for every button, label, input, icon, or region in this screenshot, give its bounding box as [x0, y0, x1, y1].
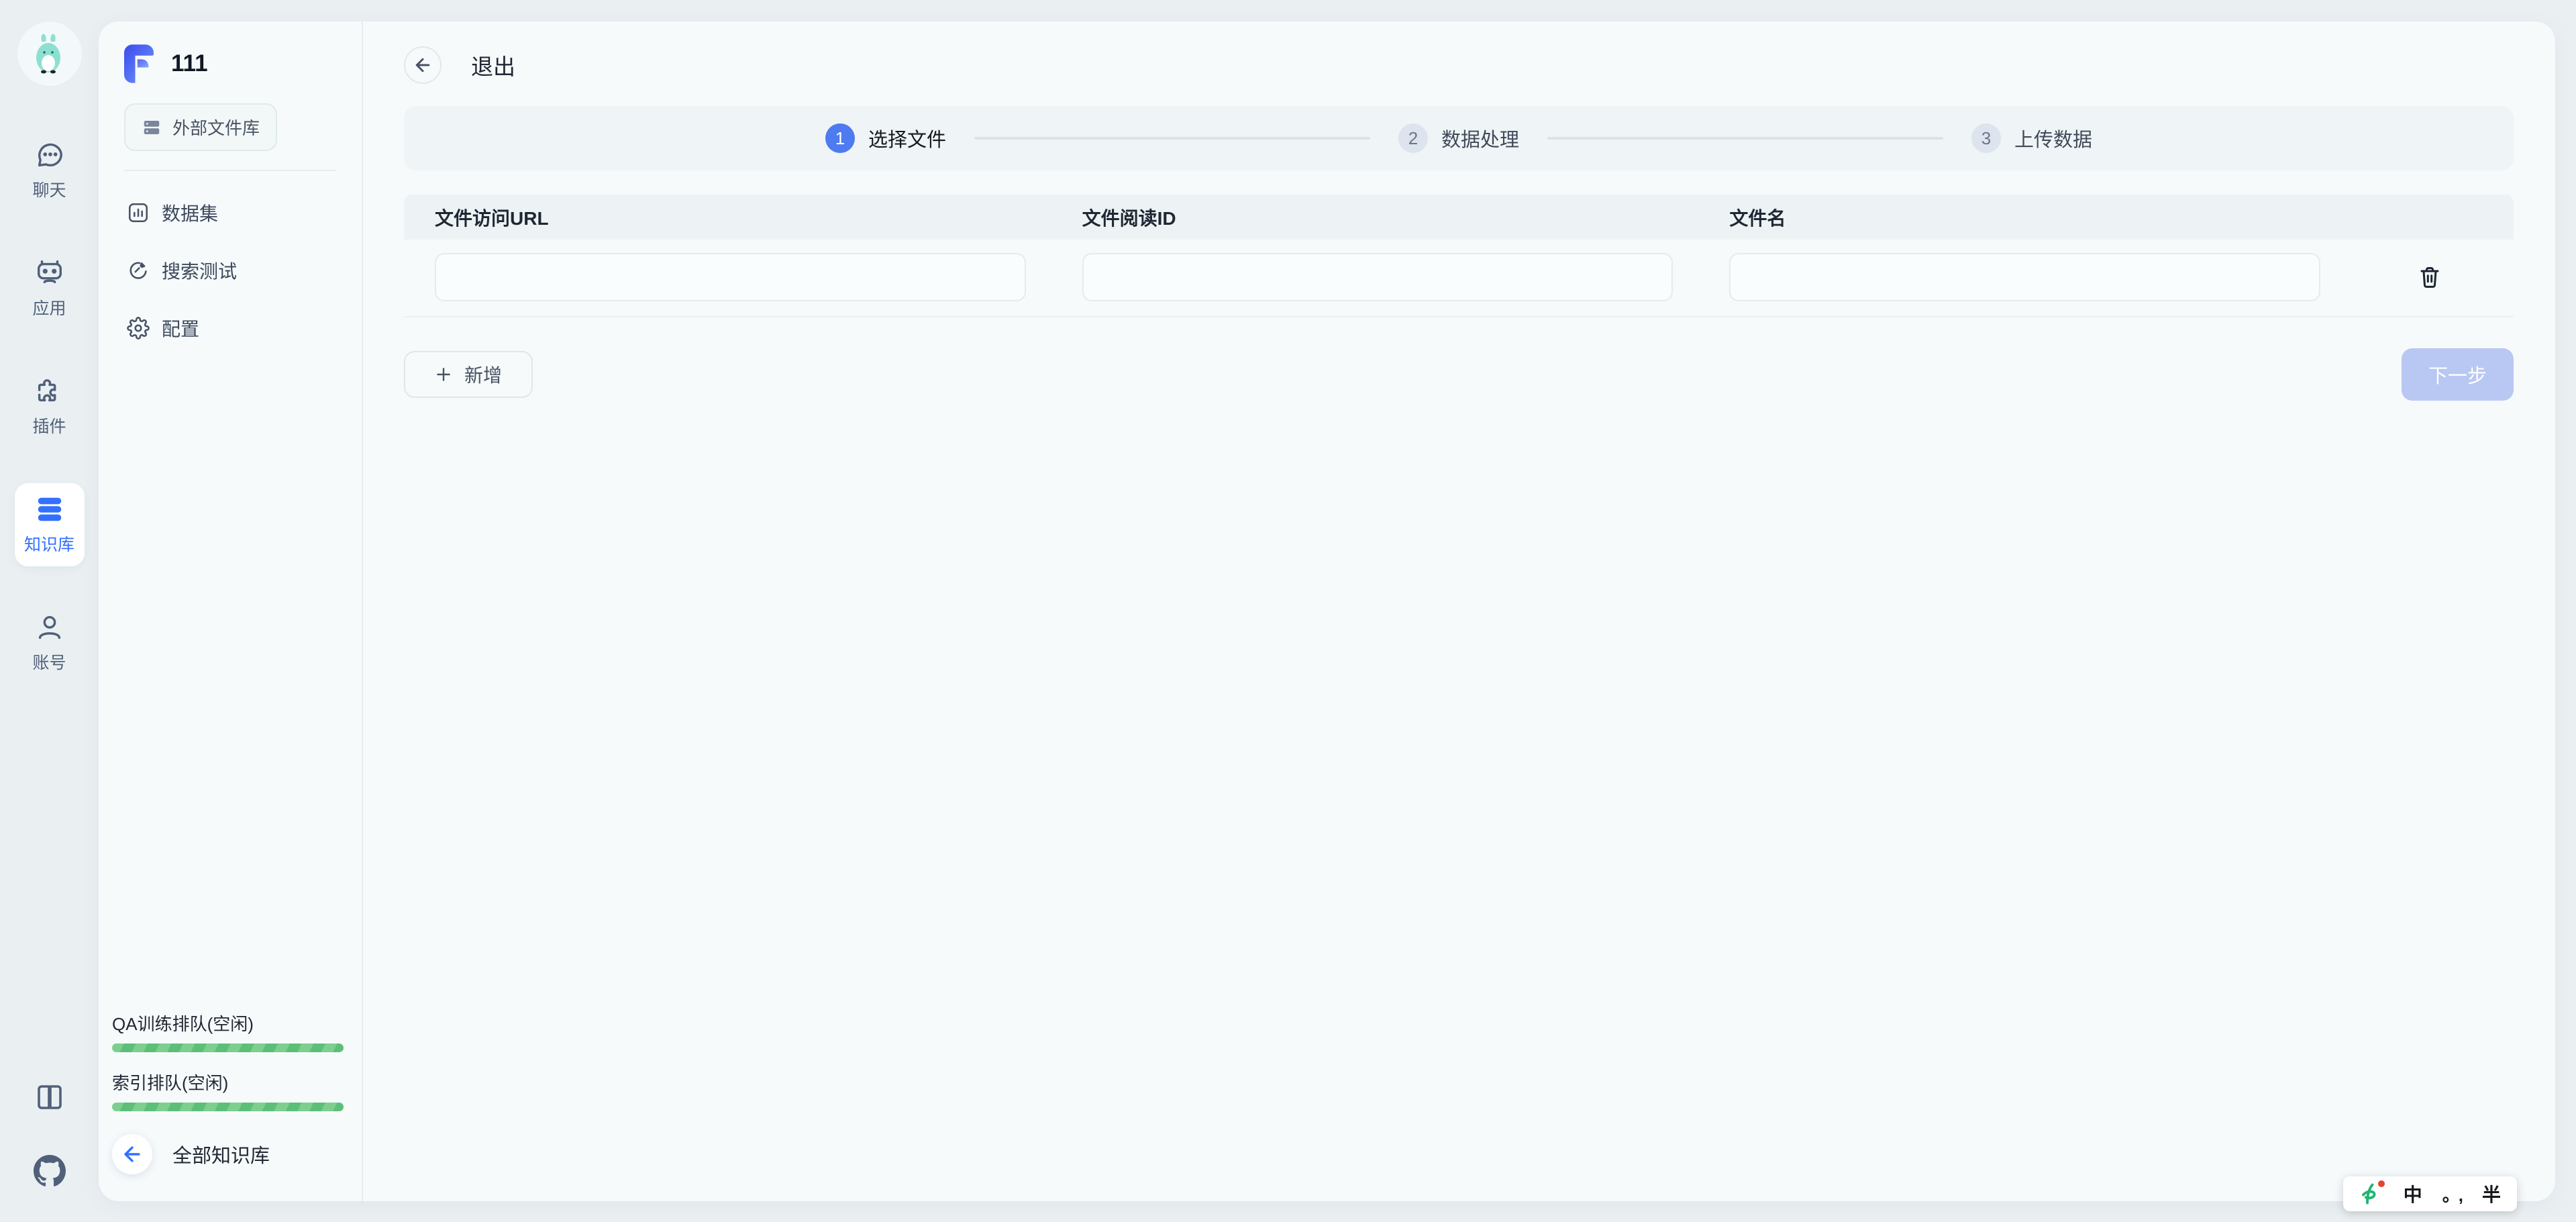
step-connector [1547, 137, 1943, 140]
user-avatar[interactable] [16, 20, 83, 87]
database-icon [34, 494, 65, 525]
rail-item-chat[interactable]: 聊天 [15, 129, 85, 212]
sidebar-item-config[interactable]: 配置 [113, 304, 347, 352]
main-pane: 退出 1 选择文件 2 数据处理 3 上传数据 文件访问URL 文件阅读ID 文… [363, 21, 2555, 1201]
rail-item-label: 插件 [32, 413, 66, 438]
github-icon[interactable] [34, 1155, 66, 1187]
kb-sidebar-header: 111 外部文件库 [99, 21, 362, 171]
delete-row-button[interactable] [2346, 265, 2514, 289]
trash-icon [2418, 265, 2442, 289]
index-queue: 索引排队(空闲) [112, 1070, 332, 1111]
kb-type-badge: 外部文件库 [124, 103, 277, 151]
gear-icon [127, 317, 150, 340]
import-topbar: 退出 [404, 46, 2514, 85]
exit-back-button[interactable] [404, 46, 442, 84]
file-read-id-input[interactable] [1082, 253, 1673, 301]
add-row-button[interactable]: 新增 [404, 351, 533, 398]
app-rail: 聊天 应用 插件 知识库 [0, 0, 99, 1222]
column-header-read-id: 文件阅读ID [1051, 204, 1699, 231]
step-number: 2 [1398, 123, 1428, 153]
step-select-files: 1 选择文件 [825, 123, 946, 153]
ime-logo [2359, 1182, 2383, 1206]
file-url-input[interactable] [435, 253, 1026, 301]
rail-nav: 聊天 应用 插件 知识库 [15, 129, 85, 684]
rail-item-label: 账号 [32, 650, 66, 674]
dataset-chart-icon [127, 201, 150, 224]
step-data-processing: 2 数据处理 [1398, 123, 1519, 153]
step-label: 上传数据 [2014, 124, 2092, 152]
kb-type-badge-label: 外部文件库 [172, 115, 260, 140]
ime-statusbar[interactable]: 中 。, 半 [2343, 1176, 2517, 1211]
column-header-url: 文件访问URL [404, 204, 1051, 231]
rail-item-label: 应用 [32, 295, 66, 319]
qa-training-queue: QA训练排队(空闲) [112, 1011, 332, 1052]
arrow-left-icon [121, 1143, 144, 1166]
step-label: 数据处理 [1441, 124, 1519, 152]
back-circle-button[interactable] [112, 1134, 152, 1174]
step-number: 3 [1971, 123, 2001, 153]
add-row-label: 新增 [464, 361, 502, 388]
search-test-icon [127, 259, 150, 282]
avatar-creature [25, 30, 74, 78]
file-links-table: 文件访问URL 文件阅读ID 文件名 [404, 195, 2514, 317]
sidebar-item-label: 搜索测试 [162, 257, 237, 284]
rail-item-apps[interactable]: 应用 [15, 247, 85, 330]
chat-icon [34, 140, 65, 170]
exit-label: 退出 [471, 49, 515, 81]
table-row [404, 240, 2514, 317]
workspace-card: 111 外部文件库 数据集 [99, 21, 2555, 1201]
ime-punct-mode[interactable]: 。, [2442, 1182, 2462, 1207]
ime-lang-mode[interactable]: 中 [2404, 1180, 2422, 1207]
queue-label: 索引排队(空闲) [112, 1070, 332, 1094]
robot-icon [34, 258, 65, 289]
kb-logo [124, 44, 154, 83]
index-queue-progress-bar [112, 1103, 344, 1111]
rail-item-knowledge-base[interactable]: 知识库 [15, 483, 85, 566]
plus-icon [435, 366, 452, 383]
column-header-filename: 文件名 [1698, 204, 2346, 231]
qa-queue-progress-bar [112, 1043, 344, 1052]
book-icon[interactable] [34, 1081, 66, 1113]
sidebar-item-label: 配置 [162, 315, 199, 342]
kb-title: 111 [171, 50, 208, 77]
kb-sidebar: 111 外部文件库 数据集 [99, 21, 363, 1201]
sidebar-item-label: 数据集 [162, 199, 218, 226]
filename-input[interactable] [1729, 253, 2320, 301]
rail-item-account[interactable]: 账号 [15, 601, 85, 684]
table-header-row: 文件访问URL 文件阅读ID 文件名 [404, 195, 2514, 240]
next-step-button[interactable]: 下一步 [2402, 348, 2514, 401]
sidebar-bottom: QA训练排队(空闲) 索引排队(空闲) 全部知识库 [99, 1011, 362, 1201]
queue-label: QA训练排队(空闲) [112, 1011, 332, 1035]
server-icon [142, 117, 162, 138]
ime-notification-dot [2378, 1180, 2385, 1187]
arrow-left-icon [413, 55, 433, 75]
step-upload-data: 3 上传数据 [1971, 123, 2092, 153]
step-label: 选择文件 [868, 124, 946, 152]
sidebar-item-search-test[interactable]: 搜索测试 [113, 246, 347, 295]
rail-item-label: 知识库 [24, 531, 74, 556]
all-kb-label: 全部知识库 [172, 1140, 270, 1168]
step-number: 1 [825, 123, 855, 153]
table-actions: 新增 下一步 [404, 348, 2514, 401]
user-icon [34, 612, 65, 643]
all-knowledge-bases-link[interactable]: 全部知识库 [112, 1134, 332, 1174]
ime-width-mode[interactable]: 半 [2482, 1180, 2501, 1207]
rail-footer [34, 1081, 66, 1187]
step-connector [974, 137, 1370, 140]
import-stepper: 1 选择文件 2 数据处理 3 上传数据 [404, 106, 2514, 170]
puzzle-icon [34, 376, 65, 407]
rail-item-plugins[interactable]: 插件 [15, 365, 85, 448]
rail-item-label: 聊天 [32, 177, 66, 201]
kb-sidebar-menu: 数据集 搜索测试 配置 [99, 171, 362, 370]
sidebar-item-dataset[interactable]: 数据集 [113, 189, 347, 237]
